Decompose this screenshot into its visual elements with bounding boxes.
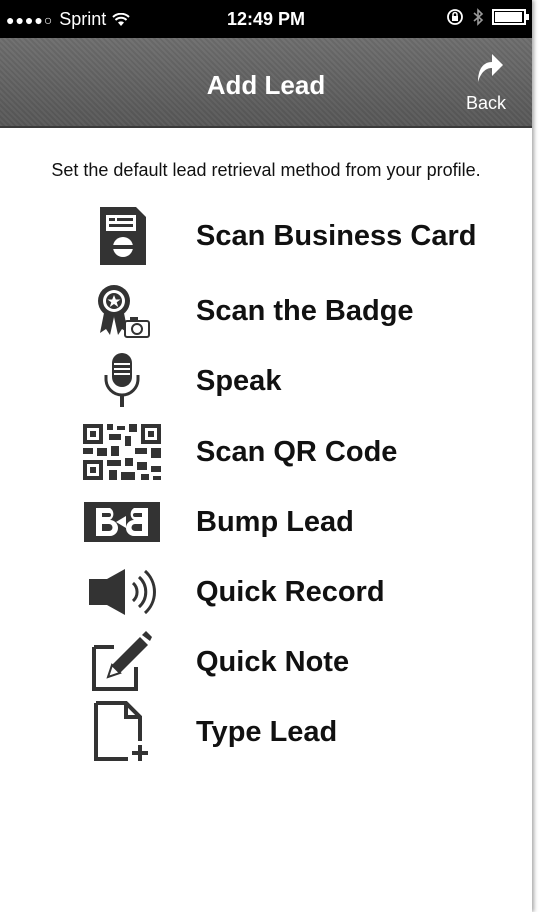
method-label: Quick Note xyxy=(196,645,350,678)
back-label: Back xyxy=(465,93,507,113)
scan-business-card-option[interactable]: Scan Business Card xyxy=(70,205,510,267)
bluetooth-icon xyxy=(473,8,484,26)
rotation-lock-icon xyxy=(447,9,463,25)
speaker-icon xyxy=(70,561,174,623)
pencil-note-icon xyxy=(70,631,174,693)
business-card-icon xyxy=(70,205,174,267)
battery-level xyxy=(495,12,522,22)
badge-camera-icon xyxy=(70,280,174,342)
battery-icon xyxy=(492,9,529,25)
method-label: Bump Lead xyxy=(196,505,354,538)
method-label: Scan the Badge xyxy=(196,294,414,327)
status-bar: ●●●●○ Sprint 12:49 PM xyxy=(0,0,532,38)
speak-option[interactable]: Speak xyxy=(70,350,510,412)
method-label: Scan QR Code xyxy=(196,435,398,468)
app-screen: ●●●●○ Sprint 12:49 PM Add Lead Back Set … xyxy=(0,0,532,912)
instruction-text: Set the default lead retrieval method fr… xyxy=(51,160,481,180)
method-label: Type Lead xyxy=(196,715,338,748)
back-arrow-icon xyxy=(478,54,503,82)
method-label: Scan Business Card xyxy=(196,219,477,252)
back-button[interactable]: Back xyxy=(454,50,518,120)
type-lead-option[interactable]: Type Lead xyxy=(70,701,510,763)
new-document-icon xyxy=(70,701,174,763)
scan-qr-code-option[interactable]: Scan QR Code xyxy=(70,421,510,483)
quick-record-option[interactable]: Quick Record xyxy=(70,561,510,623)
qr-code-icon xyxy=(70,421,174,483)
microphone-icon xyxy=(70,350,174,412)
nav-bar: Add Lead Back xyxy=(0,38,532,128)
page-title: Add Lead xyxy=(206,70,326,100)
bump-icon xyxy=(70,491,174,553)
bump-lead-option[interactable]: Bump Lead xyxy=(70,491,510,553)
status-right xyxy=(446,8,529,26)
quick-note-option[interactable]: Quick Note xyxy=(70,631,510,693)
method-label: Quick Record xyxy=(196,575,385,608)
scan-badge-option[interactable]: Scan the Badge xyxy=(70,280,510,342)
method-label: Speak xyxy=(196,364,282,397)
